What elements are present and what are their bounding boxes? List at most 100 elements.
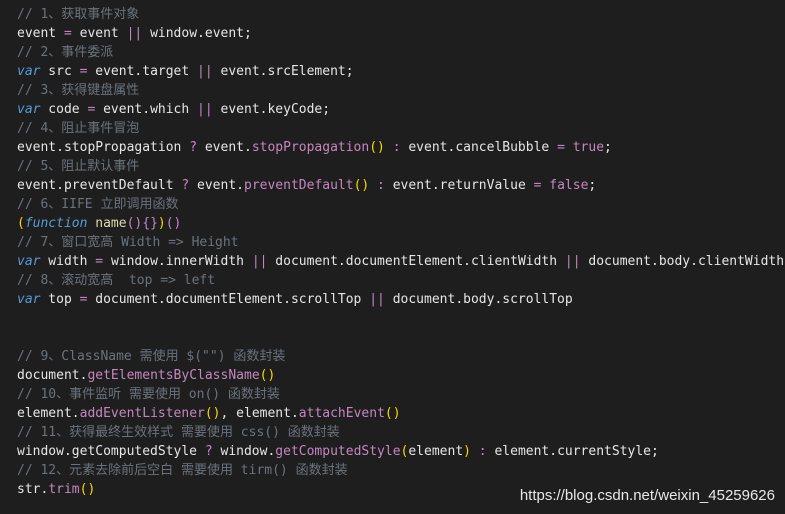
operator: || <box>126 26 143 41</box>
code-token: ; <box>588 178 597 193</box>
code-token: event.target <box>95 64 198 79</box>
operator: = <box>79 102 104 117</box>
operator: ? <box>189 140 198 155</box>
code-line: var width = window.innerWidth || documen… <box>17 252 785 271</box>
code-token: src <box>40 64 72 79</box>
code-line: event = event || window.event; <box>17 24 785 43</box>
operator: || <box>197 102 213 117</box>
operator: || <box>251 254 268 269</box>
keyword: var <box>17 292 41 307</box>
code-line: // 4、阻止事件冒泡 <box>17 119 785 138</box>
parens: ) <box>463 444 471 459</box>
operator: = <box>557 140 565 155</box>
operator: || <box>197 64 213 79</box>
code-token: event.stopPropagation <box>17 140 190 155</box>
code-line: // 9、ClassName 需使用 $("") 函数封装 <box>17 347 785 366</box>
code-token: event. <box>197 140 252 155</box>
code-token: document.body.scrollTop <box>384 292 573 307</box>
comment: // 1、获取事件对象 <box>17 7 140 22</box>
operator: ? <box>204 444 213 459</box>
code-token: , element. <box>220 406 299 421</box>
operator: = <box>71 64 96 79</box>
code-token: code <box>40 102 80 117</box>
operator: || <box>369 292 385 307</box>
code-token: element <box>408 444 464 459</box>
code-token: window.getComputedStyle <box>17 444 205 459</box>
code-line: (function name(){})() <box>17 214 785 233</box>
code-line: // 2、事件委派 <box>17 43 785 62</box>
keyword: var <box>17 102 41 117</box>
code-token: ; <box>604 140 612 155</box>
method-name: preventDefault <box>244 178 354 193</box>
comment: // 7、窗口宽高 Width => Height <box>17 235 239 250</box>
code-line: document.getElementsByClassName() <box>17 366 785 385</box>
code-block: // 1、获取事件对象 event = event || window.event… <box>17 5 785 499</box>
code-token: event.srcElement; <box>212 64 354 79</box>
code-line: element.addEventListener(), element.atta… <box>17 404 785 423</box>
method-name: getElementsByClassName <box>87 368 260 383</box>
watermark-url: https://blog.csdn.net/weixin_45259626 <box>519 487 775 504</box>
comment: // 4、阻止事件冒泡 <box>17 121 140 136</box>
code-line: var top = document.documentElement.scrol… <box>17 290 785 309</box>
operator: = <box>56 26 80 41</box>
parens: ) <box>157 216 166 231</box>
comment: // 11、获得最终生效样式 需要使用 css() 函数封装 <box>17 425 340 440</box>
code-token: event. <box>189 178 244 193</box>
code-token: event.returnValue <box>392 178 534 193</box>
code-line: // 5、阻止默认事件 <box>17 157 785 176</box>
parens: () <box>79 482 96 497</box>
code-token: document.documentElement.scrollTop <box>95 292 370 307</box>
code-token: document.documentElement.clientWidth <box>267 254 565 269</box>
parens: ( <box>17 216 25 231</box>
operator: = <box>87 254 111 269</box>
code-token: element.currentStyle; <box>494 444 659 459</box>
comment: // 9、ClassName 需使用 $("") 函数封装 <box>17 349 286 364</box>
literal: false <box>541 178 589 193</box>
parens: () <box>165 216 182 231</box>
code-line: // 8、滚动宽高 top => left <box>17 271 785 290</box>
code-line: var code = event.which || event.keyCode; <box>17 100 785 119</box>
code-token: event <box>17 26 57 41</box>
literal: true <box>564 140 605 155</box>
method-name: trim <box>48 482 80 497</box>
code-token: window.event; <box>142 26 252 41</box>
code-token: event.preventDefault <box>17 178 182 193</box>
parens: () <box>384 406 401 421</box>
code-token: width <box>40 254 88 269</box>
code-line: // 6、IIFE 立即调用函数 <box>17 195 785 214</box>
operator: = <box>71 292 96 307</box>
parens: () <box>353 178 370 193</box>
comment: // 6、IIFE 立即调用函数 <box>17 197 179 212</box>
code-line: // 10、事件监听 需要使用 on() 函数封装 <box>17 385 785 404</box>
code-line: var src = event.target || event.srcEleme… <box>17 62 785 81</box>
code-token: window. <box>212 444 276 459</box>
code-line: // 7、窗口宽高 Width => Height <box>17 233 785 252</box>
code-token: event <box>79 26 127 41</box>
method-name: getComputedStyle <box>275 444 401 459</box>
parens: (){} <box>126 216 158 231</box>
code-line: // 1、获取事件对象 <box>17 5 785 24</box>
code-token: top <box>40 292 72 307</box>
method-name: attachEvent <box>298 406 385 421</box>
parens: () <box>259 368 276 383</box>
function-name: name <box>95 216 127 231</box>
operator: || <box>564 254 581 269</box>
keyword: var <box>17 64 41 79</box>
method-name: addEventListener <box>79 406 205 421</box>
code-token: event.cancelBubble <box>408 140 558 155</box>
code-line: event.preventDefault ? event.preventDefa… <box>17 176 785 195</box>
parens: () <box>204 406 221 421</box>
comment: // 10、事件监听 需要使用 on() 函数封装 <box>17 387 280 402</box>
comment: // 5、阻止默认事件 <box>17 159 140 174</box>
code-token: element. <box>17 406 80 421</box>
operator: : <box>470 444 495 459</box>
code-token: window.innerWidth <box>110 254 252 269</box>
comment: // 12、元素去除前后空白 需要使用 tirm() 函数封装 <box>17 463 348 478</box>
code-token: event.which <box>103 102 198 117</box>
operator: : <box>384 140 409 155</box>
code-token: document. <box>17 368 88 383</box>
comment: // 2、事件委派 <box>17 45 114 60</box>
code-token: str. <box>17 482 49 497</box>
